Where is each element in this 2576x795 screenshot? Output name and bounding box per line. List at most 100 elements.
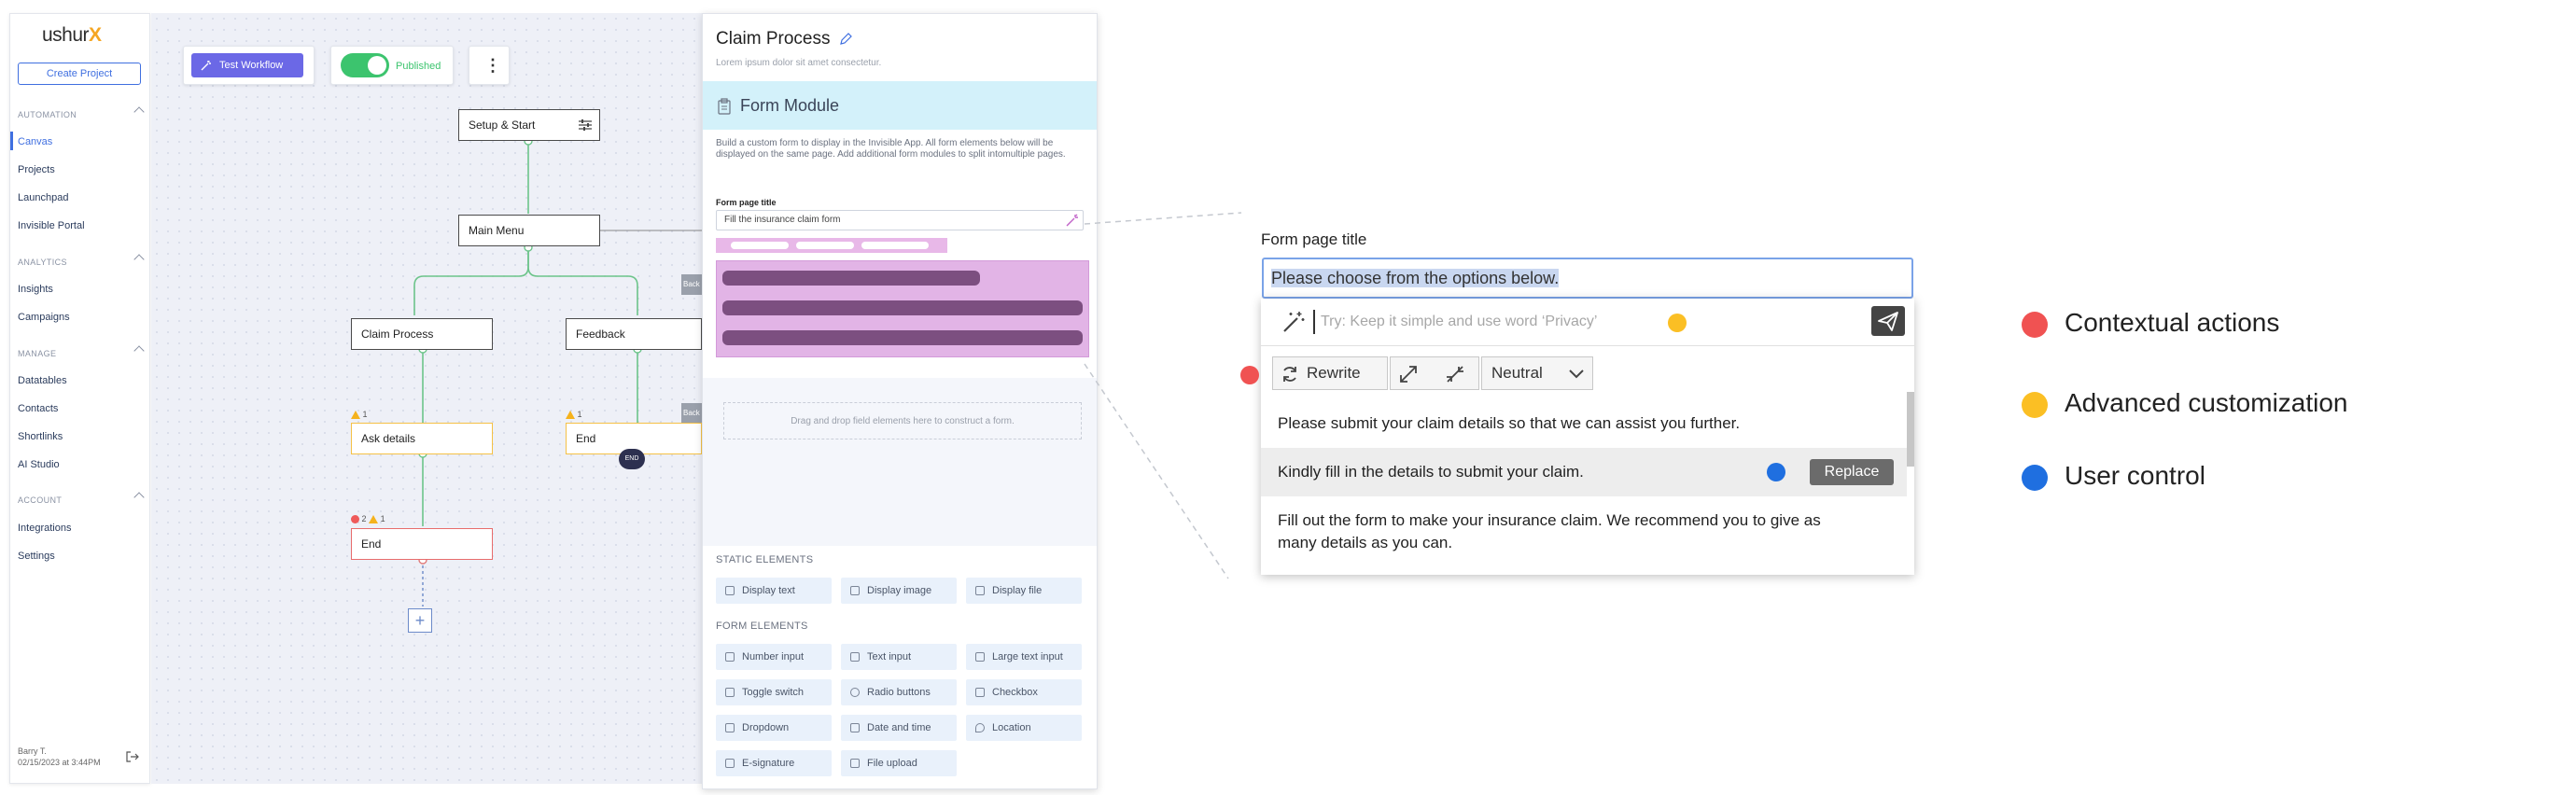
send-button[interactable] [1871,306,1905,336]
chevron-up-icon[interactable] [133,106,145,118]
replace-button[interactable]: Replace [1810,459,1894,485]
tone-label: Neutral [1491,364,1543,382]
back-tag: Back [681,274,704,295]
issue-badges: 2 1 [351,514,385,524]
sidebar-item-settings[interactable]: Settings [18,551,55,562]
expand-icon[interactable] [1398,364,1419,384]
chevron-up-icon[interactable] [133,254,145,265]
sidebar-item-insights[interactable]: Insights [18,284,53,295]
sidebar-item-projects[interactable]: Projects [18,164,55,175]
element-label: Display text [742,585,795,596]
sliders-icon[interactable] [579,119,592,131]
element-label: Checkbox [992,687,1038,698]
warning-icon [351,411,360,420]
node-setup-start[interactable]: Setup & Start [458,109,600,141]
section-account[interactable]: ACCOUNT [18,492,145,505]
warning-icon [566,411,575,420]
zoom-form-page-title-input[interactable]: Please choose from the options below. [1262,258,1913,299]
element-text-input[interactable]: Text input [841,644,957,670]
element-large-text-input[interactable]: Large text input [966,644,1082,670]
calendar-icon [850,723,860,732]
element-label: Number input [742,651,805,662]
section-title: AUTOMATION [18,110,77,119]
sidebar-item-integrations[interactable]: Integrations [18,523,71,534]
node-ask-details[interactable]: Ask details [351,423,493,454]
legend-contextual-actions: Contextual actions [2065,308,2280,337]
add-node-button[interactable]: + [408,608,432,633]
active-indicator [10,132,13,150]
sidebar-item-launchpad[interactable]: Launchpad [18,192,68,203]
node-feedback[interactable]: Feedback [566,318,702,350]
node-main-menu[interactable]: Main Menu [458,215,600,246]
mini-rewrite-skeleton [796,242,854,249]
tone-dropdown[interactable]: Neutral [1481,356,1593,390]
ai-assist-popover: Try: Keep it simple and use word ‘Privac… [1261,299,1914,575]
logo-text: ushur [42,24,90,46]
sidebar-item-contacts[interactable]: Contacts [18,403,58,414]
chevron-up-icon[interactable] [133,345,145,356]
section-automation[interactable]: AUTOMATION [18,106,145,119]
chevron-up-icon[interactable] [133,492,145,503]
element-e-signature[interactable]: E-signature [716,750,832,776]
drop-zone[interactable]: Drag and drop field elements here to con… [723,402,1082,439]
element-checkbox[interactable]: Checkbox [966,679,1082,705]
element-radio-buttons[interactable]: Radio buttons [841,679,957,705]
section-analytics[interactable]: ANALYTICS [18,254,145,267]
element-dropdown[interactable]: Dropdown [716,715,832,741]
radio-icon [850,688,860,697]
legend-advanced-customization: Advanced customization [2065,388,2348,417]
element-label: Location [992,722,1031,733]
form-module-title: Form Module [740,96,840,115]
element-toggle-switch[interactable]: Toggle switch [716,679,832,705]
text-input-icon [850,652,860,662]
legend-dot-yellow [2022,392,2048,418]
element-label: Radio buttons [867,687,931,698]
warning-count: 1 [380,514,385,523]
scrollbar[interactable] [1907,392,1914,467]
element-display-file[interactable]: Display file [966,578,1082,604]
panel-title-text: Claim Process [716,29,831,49]
element-display-text[interactable]: Display text [716,578,832,604]
node-claim-process[interactable]: Claim Process [351,318,493,350]
element-label: File upload [867,758,917,769]
magic-wand-icon [1283,312,1305,332]
workflow-connectors [413,136,702,607]
section-title: MANAGE [18,349,57,358]
send-icon [1878,312,1898,331]
logo-mark: X [89,24,102,46]
element-display-image[interactable]: Display image [841,578,957,604]
sidebar-item-campaigns[interactable]: Campaigns [18,312,70,323]
ai-prompt-input[interactable]: Try: Keep it simple and use word ‘Privac… [1321,308,1597,336]
toggle-icon [725,688,735,697]
logout-icon[interactable] [126,751,139,762]
element-number-input[interactable]: Number input [716,644,832,670]
suggestion-option[interactable]: Please submit your claim details so that… [1261,412,1907,435]
sidebar-item-invisible-portal[interactable]: Invisible Portal [18,220,85,231]
sidebar-item-shortlinks[interactable]: Shortlinks [18,431,63,442]
form-page-title-input[interactable]: Fill the insurance claim form [716,210,1084,230]
section-manage[interactable]: MANAGE [18,345,145,358]
form-module-panel: Claim Process Lorem ipsum dolor sit amet… [702,13,1098,789]
sidebar-item-ai-studio[interactable]: AI Studio [18,459,60,470]
mini-tone-skeleton [861,242,929,249]
panel-subtitle: Lorem ipsum dolor sit amet consectetur. [716,58,882,68]
warning-badge: 1 [566,410,582,420]
create-project-button[interactable]: Create Project [18,63,141,85]
sidebar: ushurX Create Project AUTOMATION Canvas … [9,13,150,784]
collapse-icon[interactable] [1445,364,1465,384]
element-date-time[interactable]: Date and time [841,715,957,741]
sidebar-item-datatables[interactable]: Datatables [18,375,67,386]
suggestion-skeleton [722,330,1083,345]
edit-pencil-icon[interactable] [839,33,852,46]
element-file-upload[interactable]: File upload [841,750,957,776]
signature-icon [725,759,735,768]
sidebar-item-canvas[interactable]: Canvas [18,136,52,147]
section-title: ACCOUNT [18,495,63,505]
element-label: Toggle switch [742,687,805,698]
node-end[interactable]: End [351,528,493,560]
element-label: Display image [867,585,932,596]
number-icon [725,652,735,662]
suggestion-option[interactable]: Fill out the form to make your insurance… [1261,509,1840,554]
rewrite-button[interactable]: Rewrite [1272,356,1388,390]
element-location[interactable]: Location [966,715,1082,741]
